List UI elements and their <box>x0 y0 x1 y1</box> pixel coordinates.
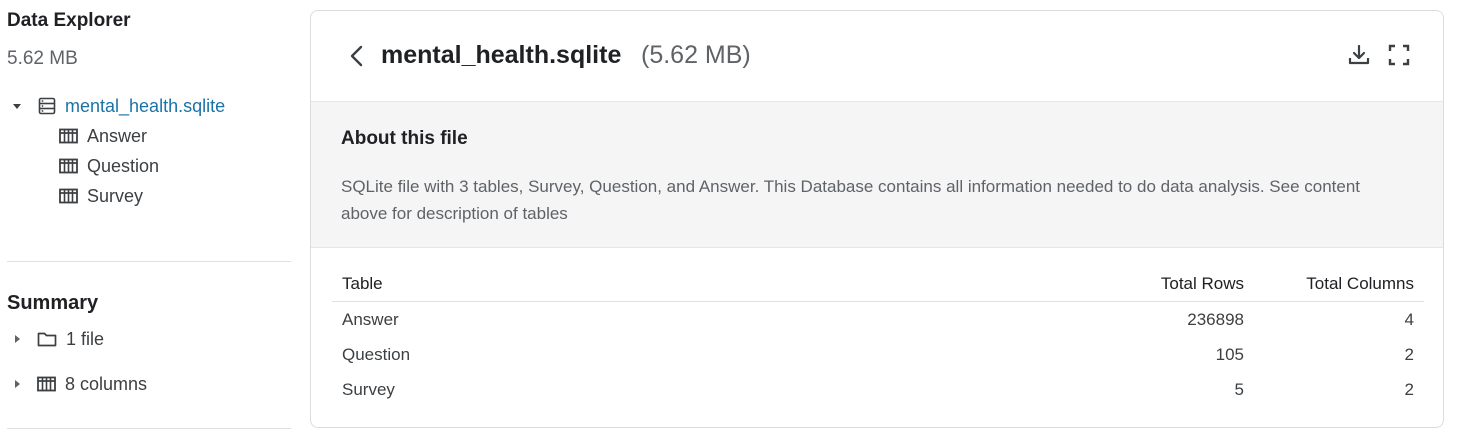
tree-item-label: Survey <box>87 185 144 206</box>
cell-total-rows: 236898 <box>1187 309 1244 329</box>
summary-item-columns[interactable]: 8 columns <box>15 372 147 396</box>
about-description: SQLite file with 3 tables, Survey, Quest… <box>341 177 1361 223</box>
tree-item-table[interactable]: Survey <box>59 184 143 208</box>
table-icon <box>59 158 78 174</box>
tables-summary-table: Table Total Rows Total Columns Answer 23… <box>332 266 1424 407</box>
summary-item-label: 1 file <box>66 328 105 349</box>
tree-item-table[interactable]: Question <box>59 154 159 178</box>
table-row[interactable]: Answer 236898 4 <box>332 302 1424 338</box>
table-row[interactable]: Question 105 2 <box>332 337 1424 372</box>
fullscreen-icon[interactable] <box>1387 43 1411 67</box>
cell-total-columns: 2 <box>1404 379 1414 399</box>
tree-item-database[interactable]: mental_health.sqlite <box>13 94 225 118</box>
sidebar-divider <box>7 261 291 262</box>
dataset-size: 5.62 MB <box>7 48 78 69</box>
table-icon <box>59 188 78 204</box>
file-size: (5.62 MB) <box>641 41 751 69</box>
cell-table-name: Question <box>342 344 411 364</box>
summary-item-files[interactable]: 1 file <box>15 327 104 351</box>
tree-item-label: Answer <box>87 125 148 146</box>
about-section: About this file SQLite file with 3 table… <box>311 101 1443 248</box>
cell-total-columns: 4 <box>1404 309 1414 329</box>
database-link[interactable]: mental_health.sqlite <box>65 96 225 117</box>
tree-item-table[interactable]: Answer <box>59 124 147 148</box>
summary-title: Summary <box>7 292 99 314</box>
table-row[interactable]: Survey 5 2 <box>332 372 1424 407</box>
chevron-right-icon[interactable] <box>15 335 20 343</box>
file-title: mental_health.sqlite <box>381 41 622 69</box>
cell-table-name: Survey <box>342 379 395 399</box>
column-header-total-columns[interactable]: Total Columns <box>1254 266 1424 302</box>
sidebar-divider <box>7 428 291 429</box>
database-icon <box>38 97 56 115</box>
tree-item-label: Question <box>87 155 160 176</box>
column-header-table[interactable]: Table <box>332 266 1074 302</box>
data-explorer-sidebar: Data Explorer 5.62 MB mental_health.sqli… <box>0 0 292 441</box>
fullscreen-button[interactable] <box>1387 43 1411 67</box>
table-icon <box>59 128 78 144</box>
folder-icon <box>37 331 57 347</box>
cell-total-rows: 105 <box>1215 344 1244 364</box>
columns-icon <box>37 376 56 392</box>
about-title: About this file <box>341 128 468 149</box>
chevron-left-icon[interactable] <box>343 41 371 71</box>
table-header-row: Table Total Rows Total Columns <box>332 266 1424 302</box>
cell-total-columns: 2 <box>1404 344 1414 364</box>
column-header-total-rows[interactable]: Total Rows <box>1074 266 1254 302</box>
download-icon[interactable] <box>1347 43 1371 67</box>
cell-total-rows: 5 <box>1234 379 1244 399</box>
chevron-right-icon[interactable] <box>15 380 20 388</box>
chevron-down-icon[interactable] <box>13 103 21 109</box>
summary-item-label: 8 columns <box>65 373 148 394</box>
back-button[interactable] <box>343 41 371 71</box>
download-button[interactable] <box>1347 43 1371 67</box>
cell-table-name: Answer <box>342 309 399 329</box>
card-header: mental_health.sqlite (5.62 MB) <box>311 11 1443 101</box>
file-detail-card: mental_health.sqlite (5.62 MB) About thi… <box>310 10 1444 428</box>
sidebar-title: Data Explorer <box>7 10 131 31</box>
